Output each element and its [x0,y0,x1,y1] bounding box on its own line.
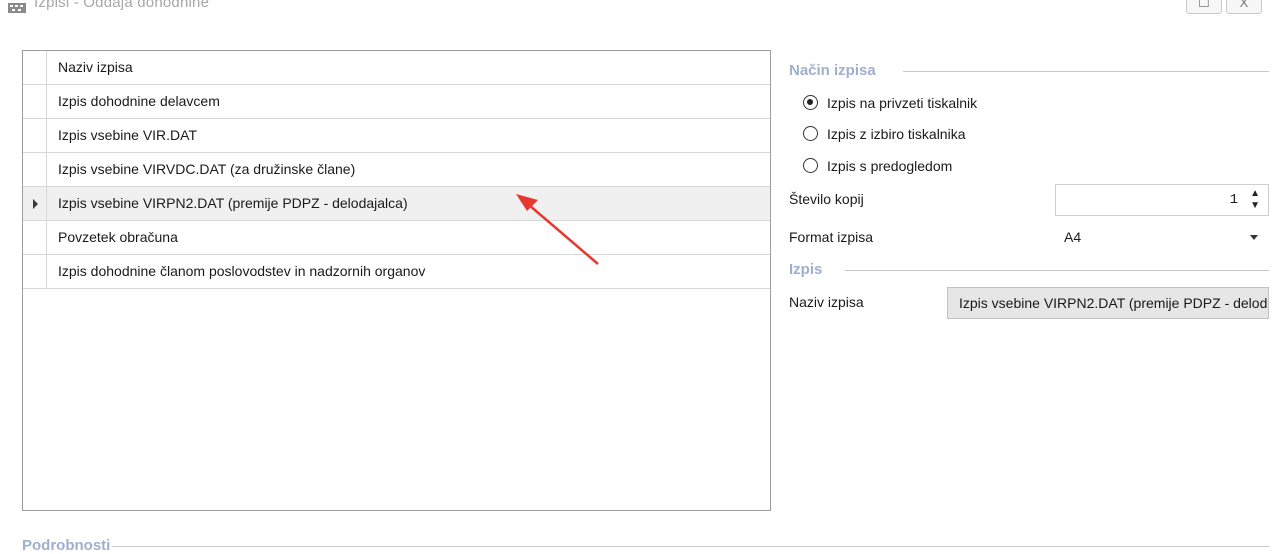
table-row[interactable]: Izpis vsebine VIR.DAT [23,119,770,153]
column-header-naziv[interactable]: Naziv izpisa [58,51,133,84]
app-icon [8,3,26,13]
section-divider [845,270,1269,271]
radio-label: Izpis na privzeti tiskalnik [827,95,978,111]
table-row[interactable]: Izpis dohodnine delavcem [23,85,770,119]
cell-naziv: Izpis dohodnine članom poslovodstev in n… [58,263,426,279]
spin-down-icon[interactable]: ▼ [1250,201,1260,211]
row-indicator [23,51,47,84]
maximize-button[interactable]: ☐ [1186,0,1222,14]
section-title-izpis: Izpis [789,261,825,278]
copies-stepper[interactable]: 1 ▲ ▼ [1055,184,1269,216]
report-name-value: Izpis vsebine VIRPN2.DAT (premije PDPZ -… [959,295,1268,311]
row-indicator [23,119,47,152]
grid-header-row: Naziv izpisa [23,51,770,85]
format-value: A4 [1064,229,1082,245]
table-row[interactable]: Izpis vsebine VIRVDC.DAT (za družinske č… [23,153,770,187]
radio-button-checked[interactable] [803,95,818,110]
cell-naziv: Izpis vsebine VIRPN2.DAT (premije PDPZ -… [58,195,408,211]
current-row-arrow-icon [33,199,38,209]
window-title: Izpisi - Oddaja dohodnine [34,0,210,11]
annotation-arrow-icon [516,194,599,265]
row-indicator [23,255,47,288]
cell-naziv: Izpis vsebine VIR.DAT [58,127,198,143]
radio-label: Izpis s predogledom [827,158,953,174]
table-row-selected[interactable]: Izpis vsebine VIRPN2.DAT (premije PDPZ -… [23,187,770,221]
radio-button[interactable] [803,126,818,141]
cell-naziv: Izpis vsebine VIRVDC.DAT (za družinske č… [58,161,356,177]
copies-value: 1 [1229,192,1238,208]
report-name-label: Naziv izpisa [789,294,864,310]
report-name-field[interactable]: Izpis vsebine VIRPN2.DAT (premije PDPZ -… [947,287,1269,319]
format-select[interactable]: A4 [1055,222,1269,252]
radio-button[interactable] [803,158,818,173]
section-title-podrobnosti: Podrobnosti [22,537,113,554]
report-grid[interactable]: Naziv izpisa Izpis dohodnine delavcem Iz… [22,50,771,511]
row-indicator [23,221,47,254]
table-row[interactable]: Izpis dohodnine članom poslovodstev in n… [23,255,770,289]
cell-naziv: Izpis dohodnine delavcem [58,93,220,109]
radio-label: Izpis z izbiro tiskalnika [827,126,966,142]
chevron-down-icon[interactable] [1250,235,1258,240]
section-divider [88,546,1269,547]
copies-label: Število kopij [789,191,864,207]
spin-up-icon[interactable]: ▲ [1250,189,1260,199]
close-button[interactable]: X [1226,0,1262,14]
row-indicator [23,153,47,186]
row-indicator [23,85,47,118]
cell-naziv: Povzetek obračuna [58,229,178,245]
section-title-nacin-izpisa: Način izpisa [789,62,878,79]
row-indicator [23,187,47,220]
table-row[interactable]: Povzetek obračuna [23,221,770,255]
section-divider [903,71,1269,72]
format-label: Format izpisa [789,229,874,245]
title-bar: Izpisi - Oddaja dohodnine ☐ X [0,0,1284,14]
